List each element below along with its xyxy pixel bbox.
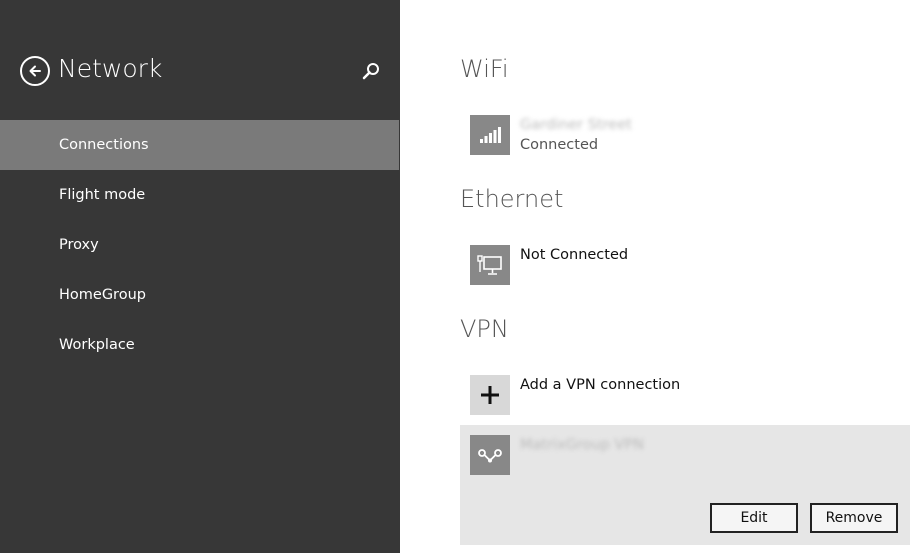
nav-item-workplace[interactable]: Workplace — [0, 320, 399, 370]
ethernet-tile — [470, 245, 510, 285]
wifi-signal-icon — [480, 127, 501, 143]
vpn-connection-panel[interactable]: MatrixGroup VPN Edit Remove — [460, 425, 910, 545]
plus-icon — [481, 386, 499, 404]
main-content: WiFi Gardiner Street Connected Ethernet … — [400, 0, 919, 553]
ethernet-item[interactable]: Not Connected — [470, 245, 770, 287]
vpn-connection-name: MatrixGroup VPN — [520, 437, 644, 453]
ethernet-status: Not Connected — [520, 247, 629, 263]
search-icon[interactable] — [360, 60, 382, 82]
nav-item-flight-mode[interactable]: Flight mode — [0, 170, 399, 220]
wifi-status: Connected — [520, 137, 599, 153]
edit-button[interactable]: Edit — [710, 503, 798, 533]
nav-item-proxy[interactable]: Proxy — [0, 220, 399, 270]
remove-button[interactable]: Remove — [810, 503, 898, 533]
ethernet-icon — [477, 255, 502, 275]
vpn-section-title: VPN — [460, 315, 509, 343]
nav-list: Connections Flight mode Proxy HomeGroup … — [0, 120, 399, 370]
wifi-network-name: Gardiner Street — [520, 117, 632, 133]
nav-item-homegroup[interactable]: HomeGroup — [0, 270, 399, 320]
back-button[interactable] — [20, 56, 50, 86]
add-vpn-button[interactable]: Add a VPN connection — [470, 375, 770, 417]
nav-item-connections[interactable]: Connections — [0, 120, 399, 170]
add-vpn-tile — [470, 375, 510, 415]
wifi-section-title: WiFi — [460, 55, 509, 83]
ethernet-section-title: Ethernet — [460, 185, 564, 213]
wifi-network-item[interactable]: Gardiner Street Connected — [470, 115, 770, 157]
add-vpn-label: Add a VPN connection — [520, 377, 681, 393]
sidebar: Network Connections Flight mode Proxy Ho… — [0, 0, 400, 553]
wifi-tile — [470, 115, 510, 155]
vpn-tile — [470, 435, 510, 475]
vpn-icon — [478, 449, 502, 463]
back-arrow-icon — [29, 65, 41, 77]
page-title: Network — [58, 54, 163, 83]
